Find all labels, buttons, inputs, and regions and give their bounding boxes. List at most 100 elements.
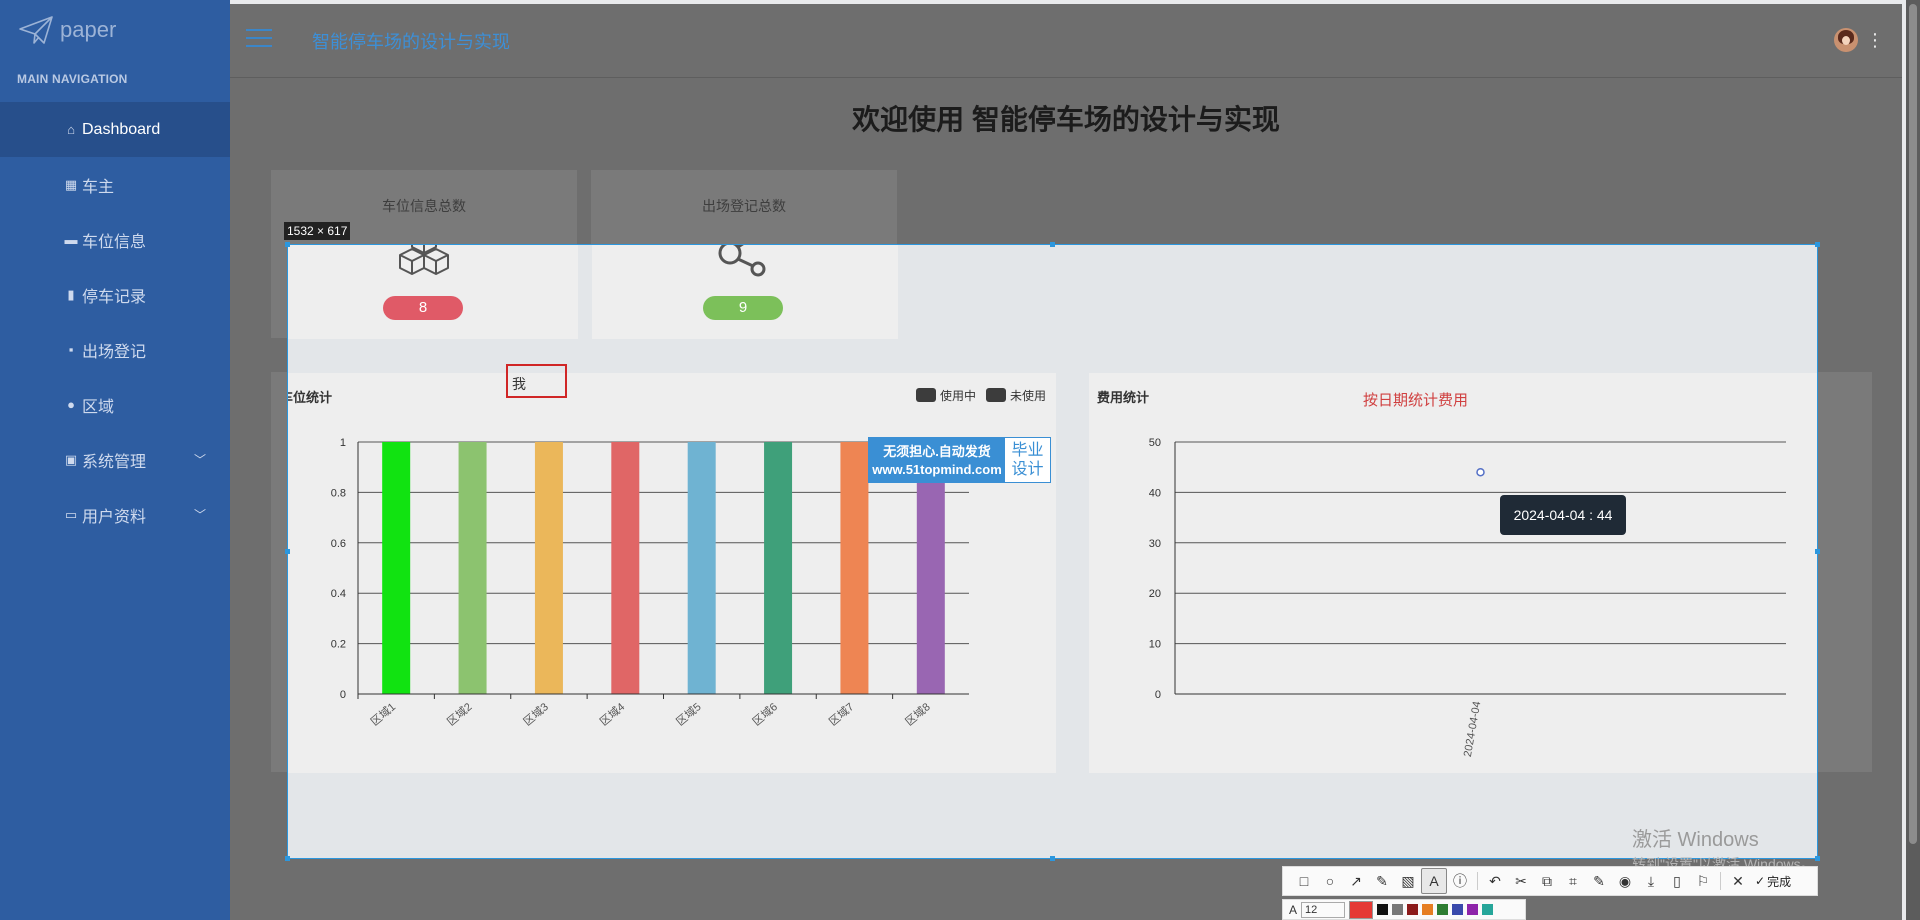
color-swatch[interactable] (1467, 904, 1479, 915)
pin-icon[interactable]: ✎ (1586, 868, 1612, 894)
color-swatch[interactable] (1407, 904, 1419, 915)
sidebar-item-label: 用户资料 (82, 508, 147, 526)
y-tick-label: 20 (1149, 588, 1161, 600)
resize-handle[interactable] (1815, 242, 1820, 247)
color-swatch[interactable] (1452, 904, 1464, 915)
sidebar-item-label: 系统管理 (82, 453, 147, 471)
resize-handle[interactable] (285, 856, 290, 861)
color-swatch[interactable] (1392, 904, 1404, 915)
user-icon: ● (67, 397, 75, 412)
sidebar-item-system-management[interactable]: ▣ 系统管理 ﹀ (0, 432, 230, 487)
sidebar-item-label: 车位信息 (82, 233, 147, 251)
ad-right-2: 设计 (1011, 461, 1044, 478)
chart-tooltip: 2024-04-04 : 44 (1500, 495, 1626, 535)
avatar[interactable] (1834, 28, 1858, 52)
font-size-icon: A (1289, 902, 1298, 917)
sidebar-item-dashboard[interactable]: ⌂ Dashboard (0, 102, 264, 157)
sidebar-item-areas[interactable]: ● 区域 (0, 377, 230, 432)
cubes-icon (399, 245, 449, 275)
scan-icon[interactable]: ⌗ (1560, 868, 1586, 894)
ad-banner[interactable]: 无须担心.自动发货 www.51topmind.com 毕业 设计 (868, 437, 1051, 483)
bookmark-icon[interactable]: ⚐ (1690, 868, 1716, 894)
y-tick-label: 40 (1149, 487, 1161, 499)
image-icon: ▣ (64, 451, 78, 467)
home-icon: ⌂ (67, 122, 75, 137)
pen-tool-icon[interactable]: ✎ (1369, 868, 1395, 894)
done-button[interactable]: ✓ 完成 (1755, 873, 1791, 890)
scatter-chart: 0 10 20 30 40 50 2024-04-04 (1149, 437, 1786, 758)
sidebar-item-parking-spaces[interactable]: ▬ 车位信息 (0, 212, 230, 267)
sidebar-item-label: 停车记录 (82, 288, 147, 306)
briefcase-icon: ▬ (64, 232, 78, 247)
color-palette: A 12 (1282, 899, 1526, 920)
phone-icon[interactable]: ▯ (1664, 868, 1690, 894)
resize-handle[interactable] (285, 549, 290, 554)
x-tick-label: 区域1 (368, 700, 398, 728)
x-tick-label: 区域8 (903, 700, 933, 728)
vertical-scrollbar[interactable] (1906, 0, 1920, 920)
resize-handle[interactable] (1050, 242, 1055, 247)
mosaic-tool-icon[interactable]: ▧ (1395, 868, 1421, 894)
rectangle-tool-icon[interactable]: □ (1291, 868, 1317, 894)
sidebar-item-owner[interactable]: ▦ 车主 (0, 157, 230, 212)
sidebar-item-parking-records[interactable]: ▮ 停车记录 (0, 267, 230, 322)
comment-icon: ▪ (68, 342, 74, 357)
color-swatch[interactable] (1437, 904, 1449, 915)
x-tick-label: 区域3 (521, 700, 551, 728)
x-tick-label: 区域6 (750, 700, 780, 728)
y-tick-label: 0.8 (331, 487, 346, 499)
y-tick-label: 0 (1155, 689, 1161, 701)
stat-label: 出场登记总数 (702, 198, 786, 214)
ad-right-1: 毕业 (1011, 442, 1044, 459)
record-icon[interactable]: ◉ (1612, 868, 1638, 894)
arrow-tool-icon[interactable]: ↗ (1343, 868, 1369, 894)
font-size-select[interactable]: 12 (1301, 901, 1346, 918)
current-color-swatch[interactable] (1349, 900, 1374, 919)
close-icon[interactable]: ✕ (1725, 868, 1751, 894)
calendar-icon: ▭ (64, 506, 78, 522)
stat-label: 车位信息总数 (382, 198, 466, 214)
text-tool-icon[interactable]: A (1421, 868, 1447, 894)
top-bar: 智能停车场的设计与实现 ⋮ (230, 4, 1902, 78)
scissors-icon[interactable]: ✂ (1508, 868, 1534, 894)
x-tick-label: 区域5 (674, 700, 704, 728)
selection-size-label: 1532 × 617 (284, 222, 351, 240)
text-annotation-input[interactable]: 我 (506, 364, 567, 398)
sidebar-item-user-profile[interactable]: ▭ 用户资料 ﹀ (0, 487, 230, 542)
watermark-line-1: 激活 Windows (1632, 829, 1759, 851)
sidebar-item-label: 区域 (82, 398, 115, 416)
color-swatch[interactable] (1422, 904, 1434, 915)
bar (840, 442, 869, 694)
download-icon[interactable]: ⤓ (1638, 868, 1664, 894)
share-icon (718, 245, 766, 277)
chevron-down-icon: ﹀ (193, 453, 206, 467)
translate-icon[interactable]: ⧉ (1534, 868, 1560, 894)
y-tick-label: 0.4 (331, 588, 346, 600)
ellipse-tool-icon[interactable]: ○ (1317, 868, 1343, 894)
color-swatch[interactable] (1482, 904, 1494, 915)
y-tick-label: 0.2 (331, 639, 346, 651)
screenshot-selection-region[interactable]: 8 9 车位统计 使用中 未使用 00.20.40.60.81区域1区域2区域3… (287, 244, 1818, 859)
sidebar: paper MAIN NAVIGATION ⌂ Dashboard ▦ 车主 ▬… (0, 0, 264, 920)
sidebar-item-label: Dashboard (82, 120, 161, 138)
resize-handle[interactable] (285, 242, 290, 247)
undo-icon[interactable]: ↶ (1482, 868, 1508, 894)
menu-toggle-icon[interactable] (246, 29, 272, 49)
stat-card-parking-spaces-bright: 8 (288, 245, 578, 339)
bar (611, 442, 640, 694)
brand-logo[interactable]: paper (0, 0, 230, 60)
grid-icon: ▦ (64, 176, 78, 192)
resize-handle[interactable] (1815, 549, 1820, 554)
y-tick-label: 50 (1149, 437, 1161, 449)
more-vertical-icon[interactable]: ⋮ (1866, 30, 1884, 50)
x-tick-label: 2024-04-04 (1462, 700, 1484, 758)
bar (458, 442, 487, 694)
resize-handle[interactable] (1815, 856, 1820, 861)
y-tick-label: 10 (1149, 639, 1161, 651)
number-tool-icon[interactable]: ⓘ (1447, 868, 1473, 894)
sidebar-item-exit-registration[interactable]: ▪ 出场登记 (0, 322, 230, 377)
y-tick-label: 0.6 (331, 538, 346, 550)
resize-handle[interactable] (1050, 856, 1055, 861)
nav-header: MAIN NAVIGATION (17, 72, 128, 86)
color-swatch[interactable] (1377, 904, 1389, 915)
